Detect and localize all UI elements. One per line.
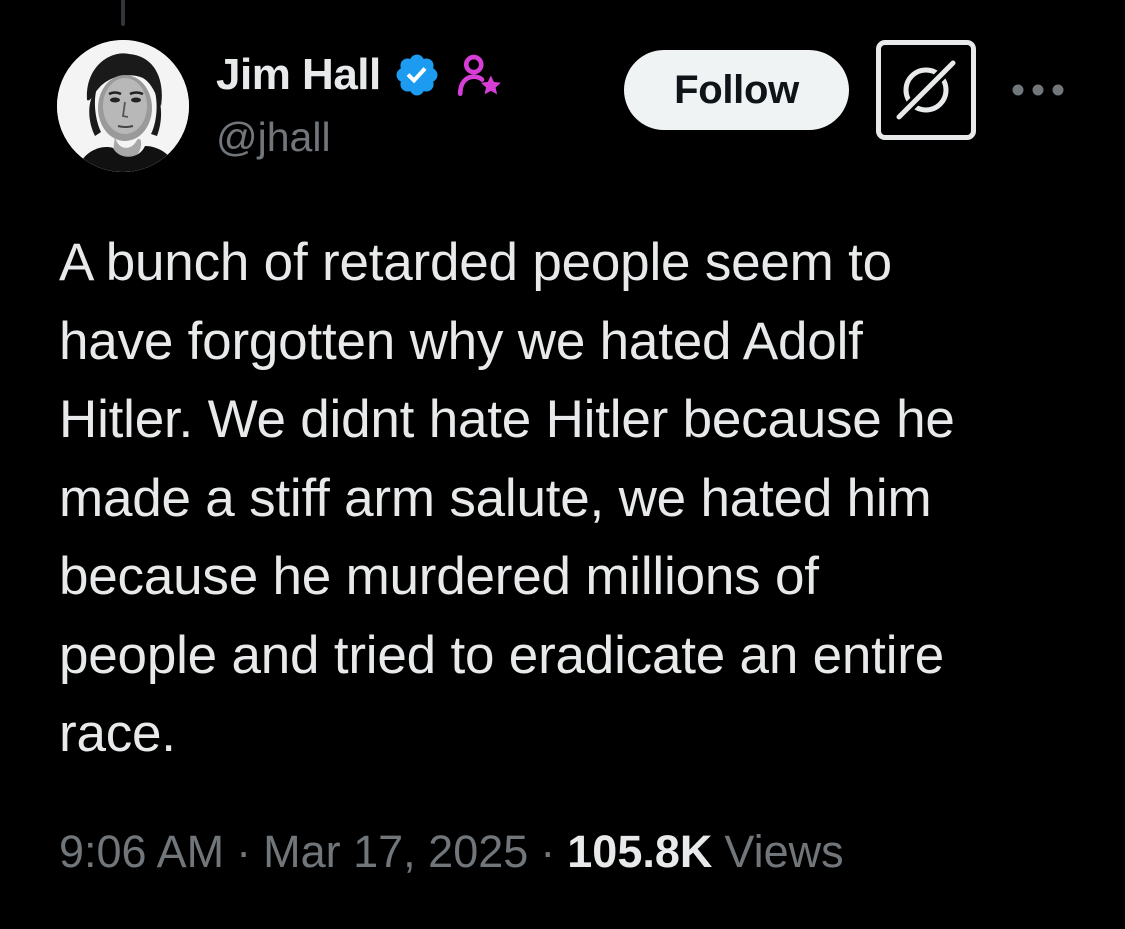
grok-button[interactable] — [876, 40, 976, 140]
tweet-date[interactable]: Mar 17, 2025 — [263, 826, 528, 878]
follow-button[interactable]: Follow — [624, 50, 849, 130]
more-options-icon — [1012, 84, 1064, 96]
tweet-time[interactable]: 9:06 AM — [59, 826, 224, 878]
tweet-text: A bunch of retarded people seem to have … — [59, 233, 955, 763]
tweet-metadata: 9:06 AM · Mar 17, 2025 · 105.8K Views — [59, 820, 844, 884]
views-count[interactable]: 105.8K — [567, 826, 712, 878]
more-options-button[interactable] — [1008, 70, 1068, 110]
avatar-photo — [57, 40, 189, 172]
meta-separator: · — [540, 826, 556, 877]
verified-badge-icon[interactable] — [393, 51, 441, 99]
user-handle[interactable]: @jhall — [216, 114, 331, 161]
affiliate-badge-icon[interactable] — [455, 50, 505, 100]
meta-separator: · — [236, 826, 252, 877]
thread-connector-line — [121, 0, 125, 26]
user-name-row: Jim Hall — [216, 44, 505, 106]
grok-icon — [895, 59, 957, 121]
display-name[interactable]: Jim Hall — [216, 50, 381, 100]
avatar[interactable] — [57, 40, 189, 172]
views-label[interactable]: Views — [724, 826, 843, 878]
